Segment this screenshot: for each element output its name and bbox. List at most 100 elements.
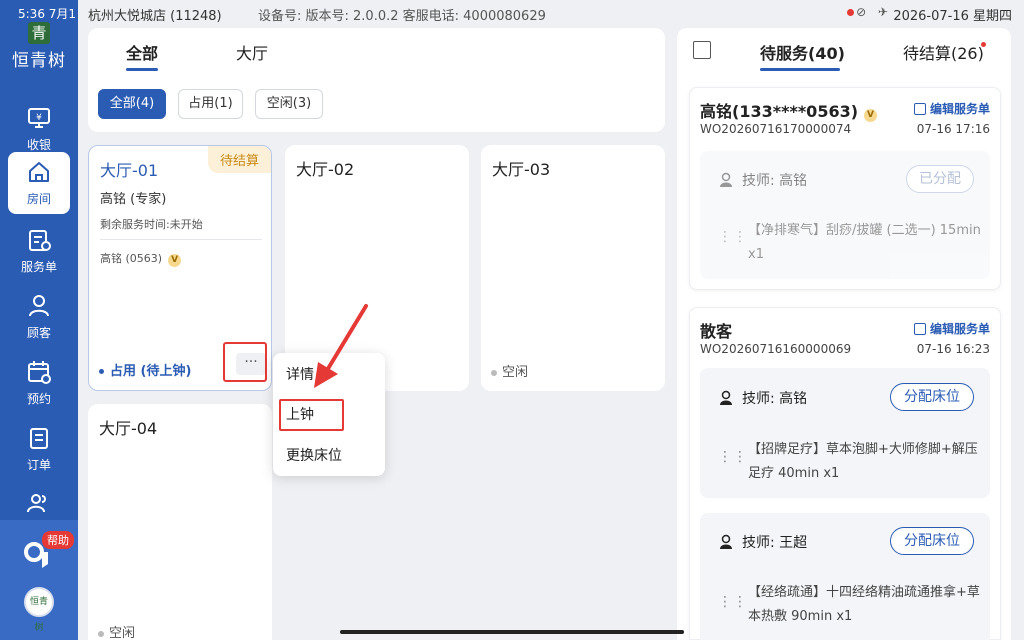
customer-icon (29, 295, 49, 317)
room-title: 大厅-02 (296, 160, 355, 179)
room-title: 大厅-03 (492, 160, 551, 179)
staff-icon (27, 494, 46, 513)
brand-logo: 青 恒青树 (0, 22, 78, 71)
room-title: 大厅-01 (100, 161, 159, 180)
sidebar-item-customers[interactable]: 顾客 (0, 284, 78, 346)
drag-handle-icon[interactable]: ⋮⋮ (718, 230, 747, 252)
room-card-hall-04[interactable]: 大厅-04 空闲 (88, 404, 272, 640)
notification-dot (981, 42, 986, 47)
edit-label: 编辑服务单 (929, 102, 990, 116)
shop-name: 杭州大悦城店 (11248) (88, 9, 222, 24)
menu-item-change-bed[interactable]: 更换床位 (286, 445, 342, 465)
service-item: 技师: 高铭 分配床位 ⋮⋮ 【招牌足疗】草本泡脚+大师修脚+解压足疗 40mi… (700, 368, 990, 498)
assign-bed-button[interactable]: 分配床位 (890, 383, 974, 411)
filter-free-chip[interactable]: 空闲(3) (255, 89, 323, 119)
edit-icon (913, 103, 926, 115)
sidebar-item-booking[interactable]: 预约 (0, 350, 78, 412)
service-description: 【招牌足疗】草本泡脚+大师修脚+解压足疗 40min x1 (748, 442, 978, 481)
room-filter-card: 全部 大厅 全部(4) 占用(1) 空闲(3) (88, 28, 665, 132)
service-item: 技师: 王超 分配床位 ⋮⋮ 【经络疏通】十四经络精油疏通推拿+草本热敷 90m… (700, 513, 990, 640)
sidebar-item-rooms[interactable]: 房间 (8, 152, 70, 214)
status-bar: 5:36 7月1 杭州大悦城店 (11248) 设备号: 版本号: 2.0.0.… (0, 0, 1024, 26)
order-time: 07-16 16:23 (916, 342, 990, 356)
tab-all[interactable]: 全部 (126, 40, 158, 64)
order-time: 07-16 17:16 (916, 122, 990, 136)
tab-underline (126, 68, 158, 71)
sidebar-item-label: 预约 (26, 392, 51, 406)
order-customer-name: 高铭(133****0563) V (700, 98, 878, 122)
sidebar-item-service-orders[interactable]: 服务单 (0, 218, 78, 280)
status-datetime: 2026-07-16 星期四 (893, 9, 1012, 24)
room-status-text: 空闲 (109, 626, 136, 640)
room-status-free: 空闲 (491, 361, 528, 380)
room-card-hall-03[interactable]: 大厅-03 空闲 (481, 145, 665, 391)
calendar-icon (28, 361, 51, 384)
service-order-card[interactable]: 高铭(133****0563) V 编辑服务单 WO202607161700000… (689, 87, 1001, 290)
tab-underline (760, 68, 840, 71)
assigned-button[interactable]: 已分配 (906, 165, 974, 193)
filter-occupied-chip[interactable]: 占用(1) (178, 89, 243, 119)
sidebar-item-label: 顾客 (26, 326, 51, 340)
order-customer-name: 散客 (700, 322, 733, 341)
annotation-arrow-icon (314, 304, 368, 388)
technician-label: 技师: 高铭 (742, 391, 808, 407)
home-icon (29, 162, 49, 182)
customer-name: 高铭 (0563) (100, 252, 163, 265)
tab-pending-service[interactable]: 待服务(40) (760, 40, 845, 64)
edit-service-order-button[interactable]: 编辑服务单 (913, 100, 990, 117)
status-dot (98, 630, 104, 637)
room-status-free: 空闲 (98, 622, 135, 640)
sidebar-item-orders[interactable]: 订单 (0, 416, 78, 478)
service-description: 【经络疏通】十四经络精油疏通推拿+草本热敷 90min x1 (748, 585, 980, 624)
sidebar-item-cashier[interactable]: ¥ 收银 (0, 96, 78, 158)
room-technician: 高铭 (专家) (100, 192, 167, 207)
start-service-highlight (279, 399, 344, 431)
sidebar-item-label: 房间 (26, 192, 51, 206)
remaining-time: 剩余服务时间:未开始 (100, 218, 203, 231)
room-title: 大厅-04 (99, 419, 158, 438)
order-icon (30, 428, 48, 449)
divider (100, 239, 262, 240)
order-number: WO20260716160000069 (700, 342, 852, 356)
avatar[interactable]: 恒青树 (24, 587, 54, 633)
sidebar-item-label: 订单 (26, 458, 51, 472)
sidebar-item-label: 服务单 (20, 260, 57, 274)
brand-name: 恒青树 (12, 51, 66, 71)
assign-bed-button[interactable]: 分配床位 (890, 527, 974, 555)
pending-checkout-tag: 待结算 (207, 146, 271, 173)
filter-all-chip[interactable]: 全部(4) (98, 89, 166, 119)
cashier-icon: ¥ (28, 108, 50, 128)
technician-icon (720, 172, 732, 187)
status-icons: ⊘ ✈ (847, 5, 892, 19)
home-indicator (340, 630, 684, 634)
edit-icon (913, 323, 926, 335)
status-dot (99, 369, 104, 374)
service-item: 技师: 高铭 已分配 ⋮⋮ 【净排寒气】刮痧/拔罐 (二选一) 15min x1 (700, 151, 990, 279)
collapse-panel-icon[interactable] (693, 41, 711, 59)
help-badge[interactable]: 帮助 (42, 531, 74, 549)
sidebar-item-label: 收银 (26, 138, 51, 152)
technician-label: 技师: 高铭 (742, 173, 808, 189)
customer-name: 高铭(133****0563) (700, 102, 859, 121)
technician-icon (720, 390, 732, 405)
svg-text:¥: ¥ (36, 113, 42, 123)
room-customer: 高铭 (0563) V (100, 250, 182, 267)
room-status-occupied: 占用 (待上钟) (99, 360, 191, 379)
more-button-highlight (223, 342, 267, 382)
order-number: WO20260716170000074 (700, 122, 852, 136)
vip-icon: V (168, 254, 182, 267)
edit-service-order-button[interactable]: 编辑服务单 (913, 320, 990, 337)
vip-icon: V (864, 109, 878, 122)
service-order-icon (29, 230, 51, 251)
edit-label: 编辑服务单 (929, 322, 990, 336)
tab-pending-checkout[interactable]: 待结算(26) (903, 40, 984, 64)
technician-icon (720, 534, 732, 549)
technician-label: 技师: 王超 (742, 535, 808, 551)
notification-dot-icon (847, 9, 855, 16)
service-order-card[interactable]: 散客 编辑服务单 WO20260716160000069 07-16 16:23… (689, 307, 1001, 640)
drag-handle-icon[interactable]: ⋮⋮ (718, 595, 747, 617)
sidebar: 青 恒青树 ¥ 收银 房间 服务单 顾客 预约 订单 帮助 恒青树 (0, 0, 78, 640)
device-info: 设备号: 版本号: 2.0.0.2 客服电话: 4000080629 (258, 9, 546, 24)
tab-hall[interactable]: 大厅 (236, 40, 268, 64)
drag-handle-icon[interactable]: ⋮⋮ (718, 450, 747, 472)
